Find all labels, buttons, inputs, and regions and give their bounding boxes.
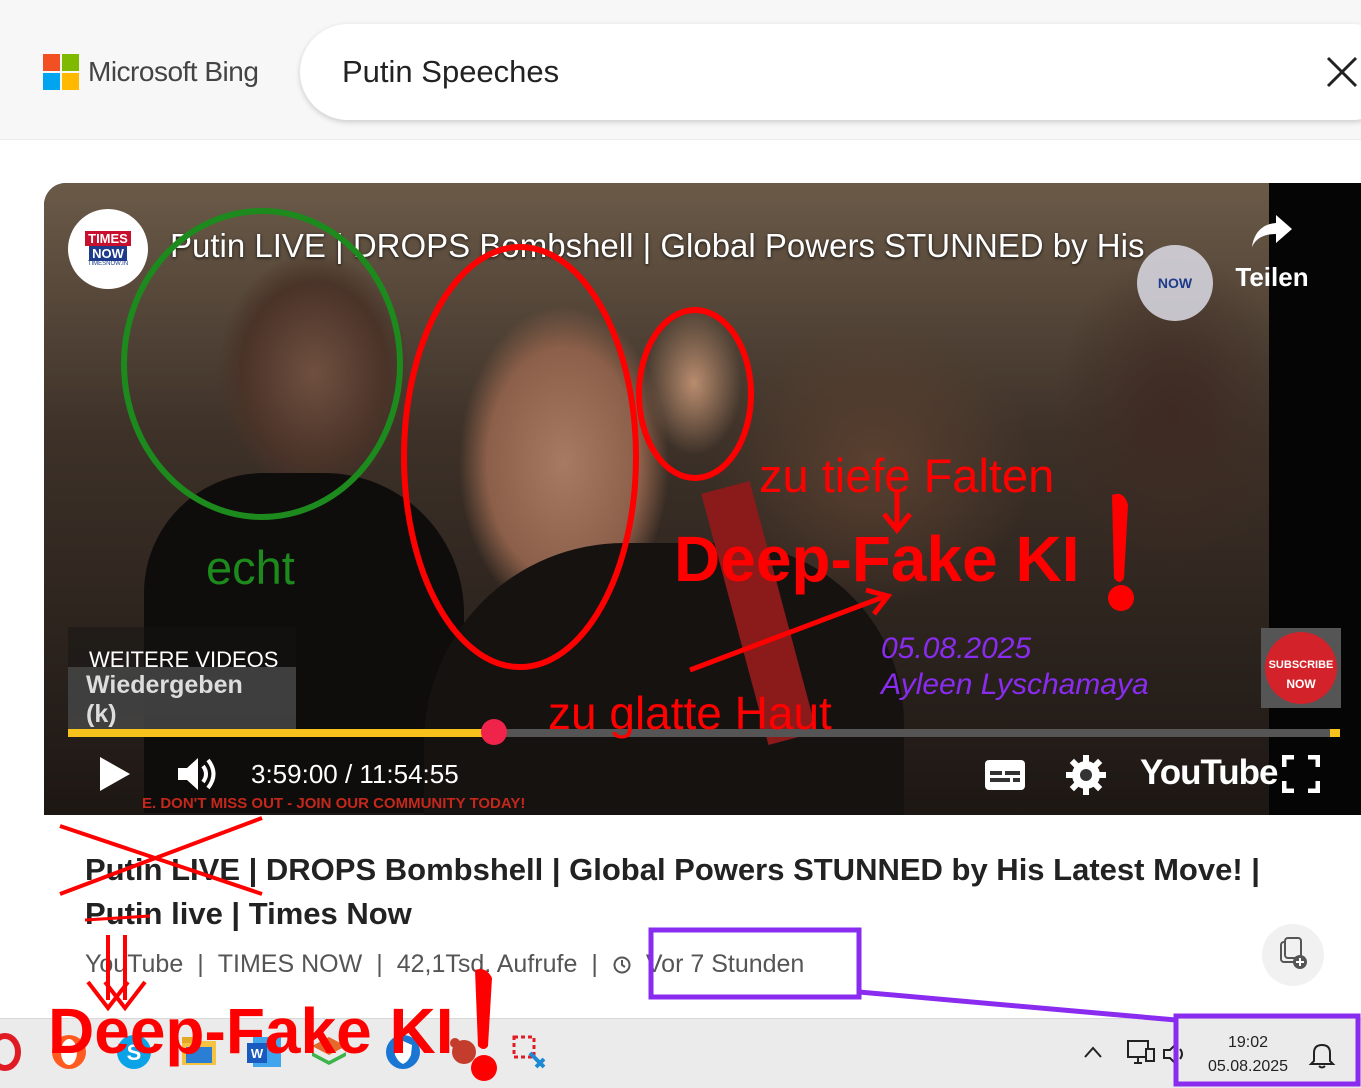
- exclamation-bar-bottom: [475, 969, 492, 1049]
- annotation-deepfake-bottom: Deep-Fake KI: [48, 995, 454, 1067]
- green-circle-real: [121, 208, 403, 520]
- purple-box-clock: [1173, 1013, 1361, 1087]
- annotation-date: 05.08.2025: [881, 632, 1032, 665]
- exclamation-dot: [1108, 585, 1134, 611]
- arrow-diagonal: [689, 587, 893, 673]
- red-cross: [59, 816, 263, 896]
- red-circle-face: [401, 244, 639, 670]
- purple-box-age: [648, 927, 862, 1000]
- annotation-deepfake: Deep-Fake KI: [674, 523, 1080, 595]
- red-circle-forehead: [636, 307, 754, 481]
- purple-connector: [858, 989, 1177, 1023]
- exclamation-dot-bottom: [471, 1055, 497, 1081]
- exclamation-bar: [1112, 493, 1128, 582]
- annotation-smooth-skin: zu glatte Haut: [548, 687, 832, 739]
- strike-line: [84, 914, 151, 922]
- annotation-real: echt: [206, 541, 295, 594]
- annotation-wrinkles: zu tiefe Falten: [759, 449, 1055, 502]
- annotation-author: Ayleen Lyschamaya: [881, 668, 1149, 701]
